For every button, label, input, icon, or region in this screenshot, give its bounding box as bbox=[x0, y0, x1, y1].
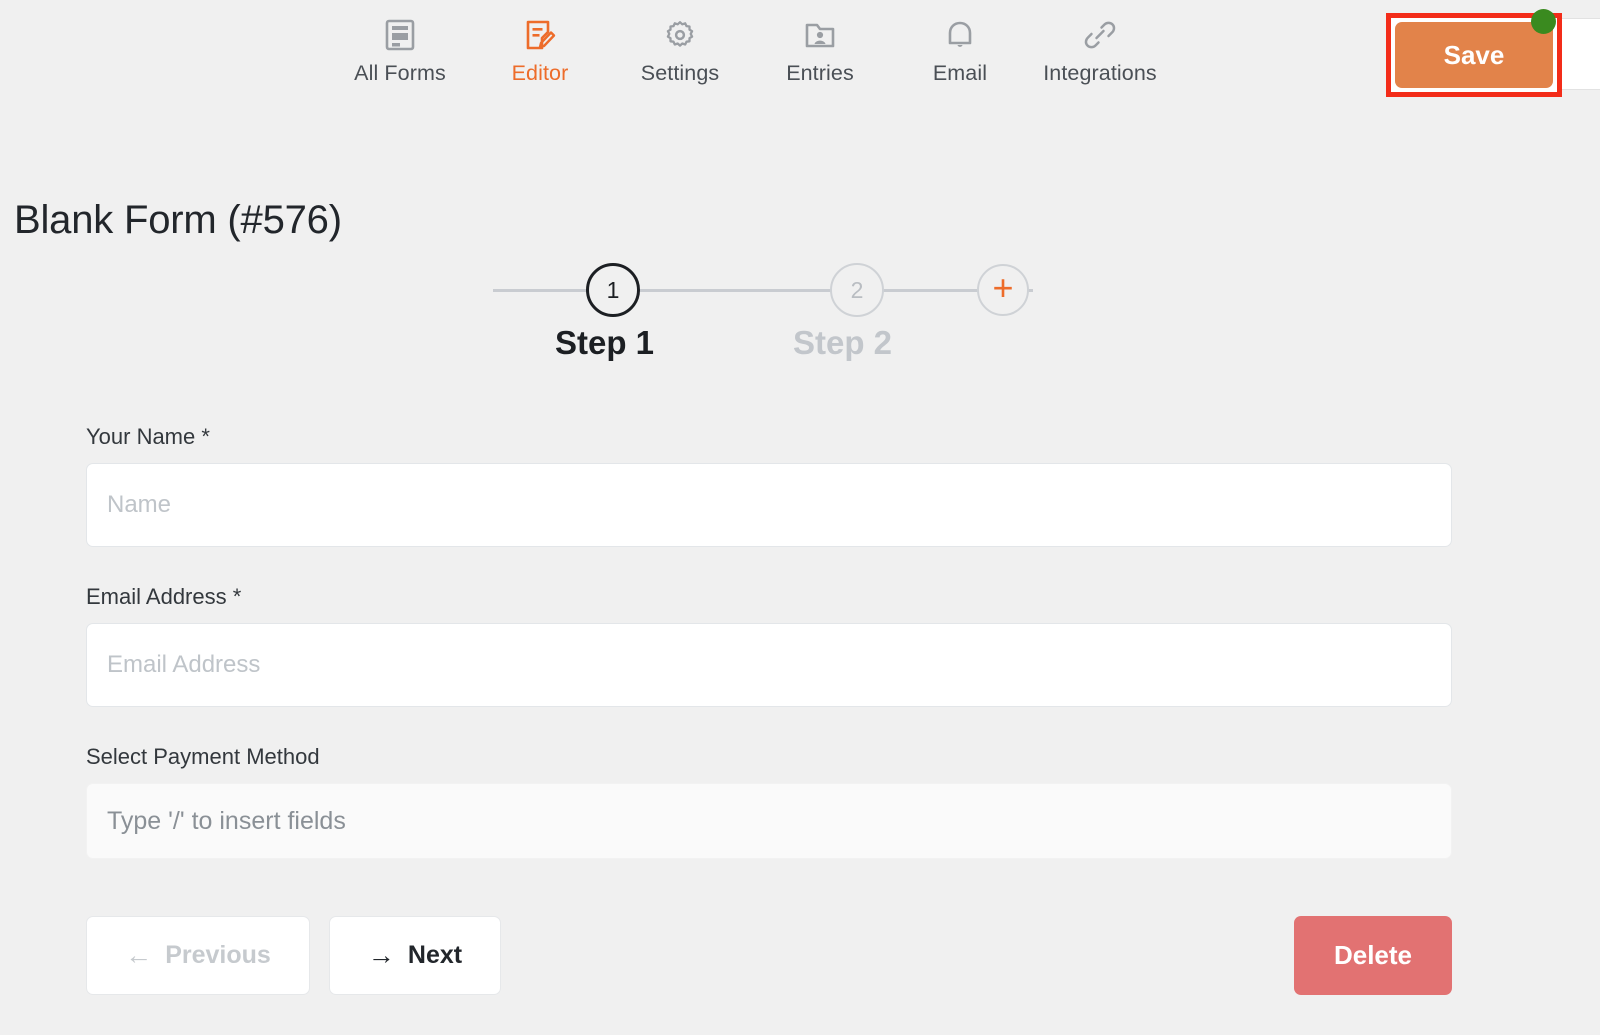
field-label: Select Payment Method bbox=[86, 744, 320, 769]
nav-item-settings[interactable]: Settings bbox=[610, 18, 750, 86]
page-title: Blank Form (#576) bbox=[14, 198, 342, 242]
step-indicator: 1 2 + Step 1 Step 2 bbox=[0, 262, 1600, 382]
nav-item-entries[interactable]: Entries bbox=[750, 18, 890, 86]
previous-button-label: Previous bbox=[165, 941, 271, 969]
status-indicator-dot bbox=[1531, 9, 1556, 34]
arrow-left-icon: ← bbox=[125, 940, 153, 970]
field-label: Your Name * bbox=[86, 424, 210, 449]
nav-item-email[interactable]: Email bbox=[890, 18, 1030, 86]
nav-item-editor[interactable]: Editor bbox=[470, 18, 610, 86]
nav-item-label: Editor bbox=[511, 61, 569, 85]
step-label-2[interactable]: Step 2 bbox=[793, 324, 892, 362]
top-navigation-bar: All Forms Editor Settings Entries Email … bbox=[0, 0, 1600, 118]
field-email-address: Email Address * bbox=[86, 584, 1452, 707]
document-pencil-icon bbox=[523, 18, 557, 52]
nav-item-label: Settings bbox=[640, 61, 720, 85]
step-node-1[interactable]: 1 bbox=[586, 263, 640, 317]
step-node-2[interactable]: 2 bbox=[830, 263, 884, 317]
step-label-1[interactable]: Step 1 bbox=[555, 324, 654, 362]
nav-item-label: All Forms bbox=[354, 61, 446, 85]
next-button[interactable]: → Next bbox=[329, 916, 501, 995]
field-label: Email Address * bbox=[86, 584, 242, 609]
save-button[interactable]: Save bbox=[1395, 22, 1553, 88]
form-footer: ← Previous → Next Delete bbox=[86, 916, 1452, 996]
add-step-button[interactable]: + bbox=[977, 264, 1029, 316]
nav-item-list: All Forms Editor Settings Entries Email … bbox=[330, 18, 1170, 86]
email-input[interactable] bbox=[86, 623, 1452, 707]
field-select-payment-method: Select Payment Method bbox=[86, 744, 1452, 859]
nav-item-label: Entries bbox=[786, 61, 854, 85]
form-document-icon bbox=[383, 18, 417, 52]
folder-user-icon bbox=[803, 18, 837, 52]
nav-item-label: Integrations bbox=[1043, 61, 1157, 85]
nav-item-integrations[interactable]: Integrations bbox=[1030, 18, 1170, 86]
payment-method-richtext-input[interactable] bbox=[86, 783, 1452, 859]
nav-item-label: Email bbox=[932, 61, 988, 85]
arrow-right-icon: → bbox=[367, 940, 395, 970]
link-chain-icon bbox=[1083, 18, 1117, 52]
next-button-label: Next bbox=[407, 941, 463, 969]
step-track-line bbox=[493, 289, 1033, 292]
bell-icon bbox=[943, 18, 977, 52]
gear-icon bbox=[663, 18, 697, 52]
step-track: 1 2 + bbox=[493, 263, 1033, 317]
form-fields-area: Your Name * Email Address * Select Payme… bbox=[86, 424, 1452, 896]
nav-item-all-forms[interactable]: All Forms bbox=[330, 18, 470, 86]
previous-button[interactable]: ← Previous bbox=[86, 916, 310, 995]
delete-button[interactable]: Delete bbox=[1294, 916, 1452, 995]
field-your-name: Your Name * bbox=[86, 424, 1452, 547]
name-input[interactable] bbox=[86, 463, 1452, 547]
